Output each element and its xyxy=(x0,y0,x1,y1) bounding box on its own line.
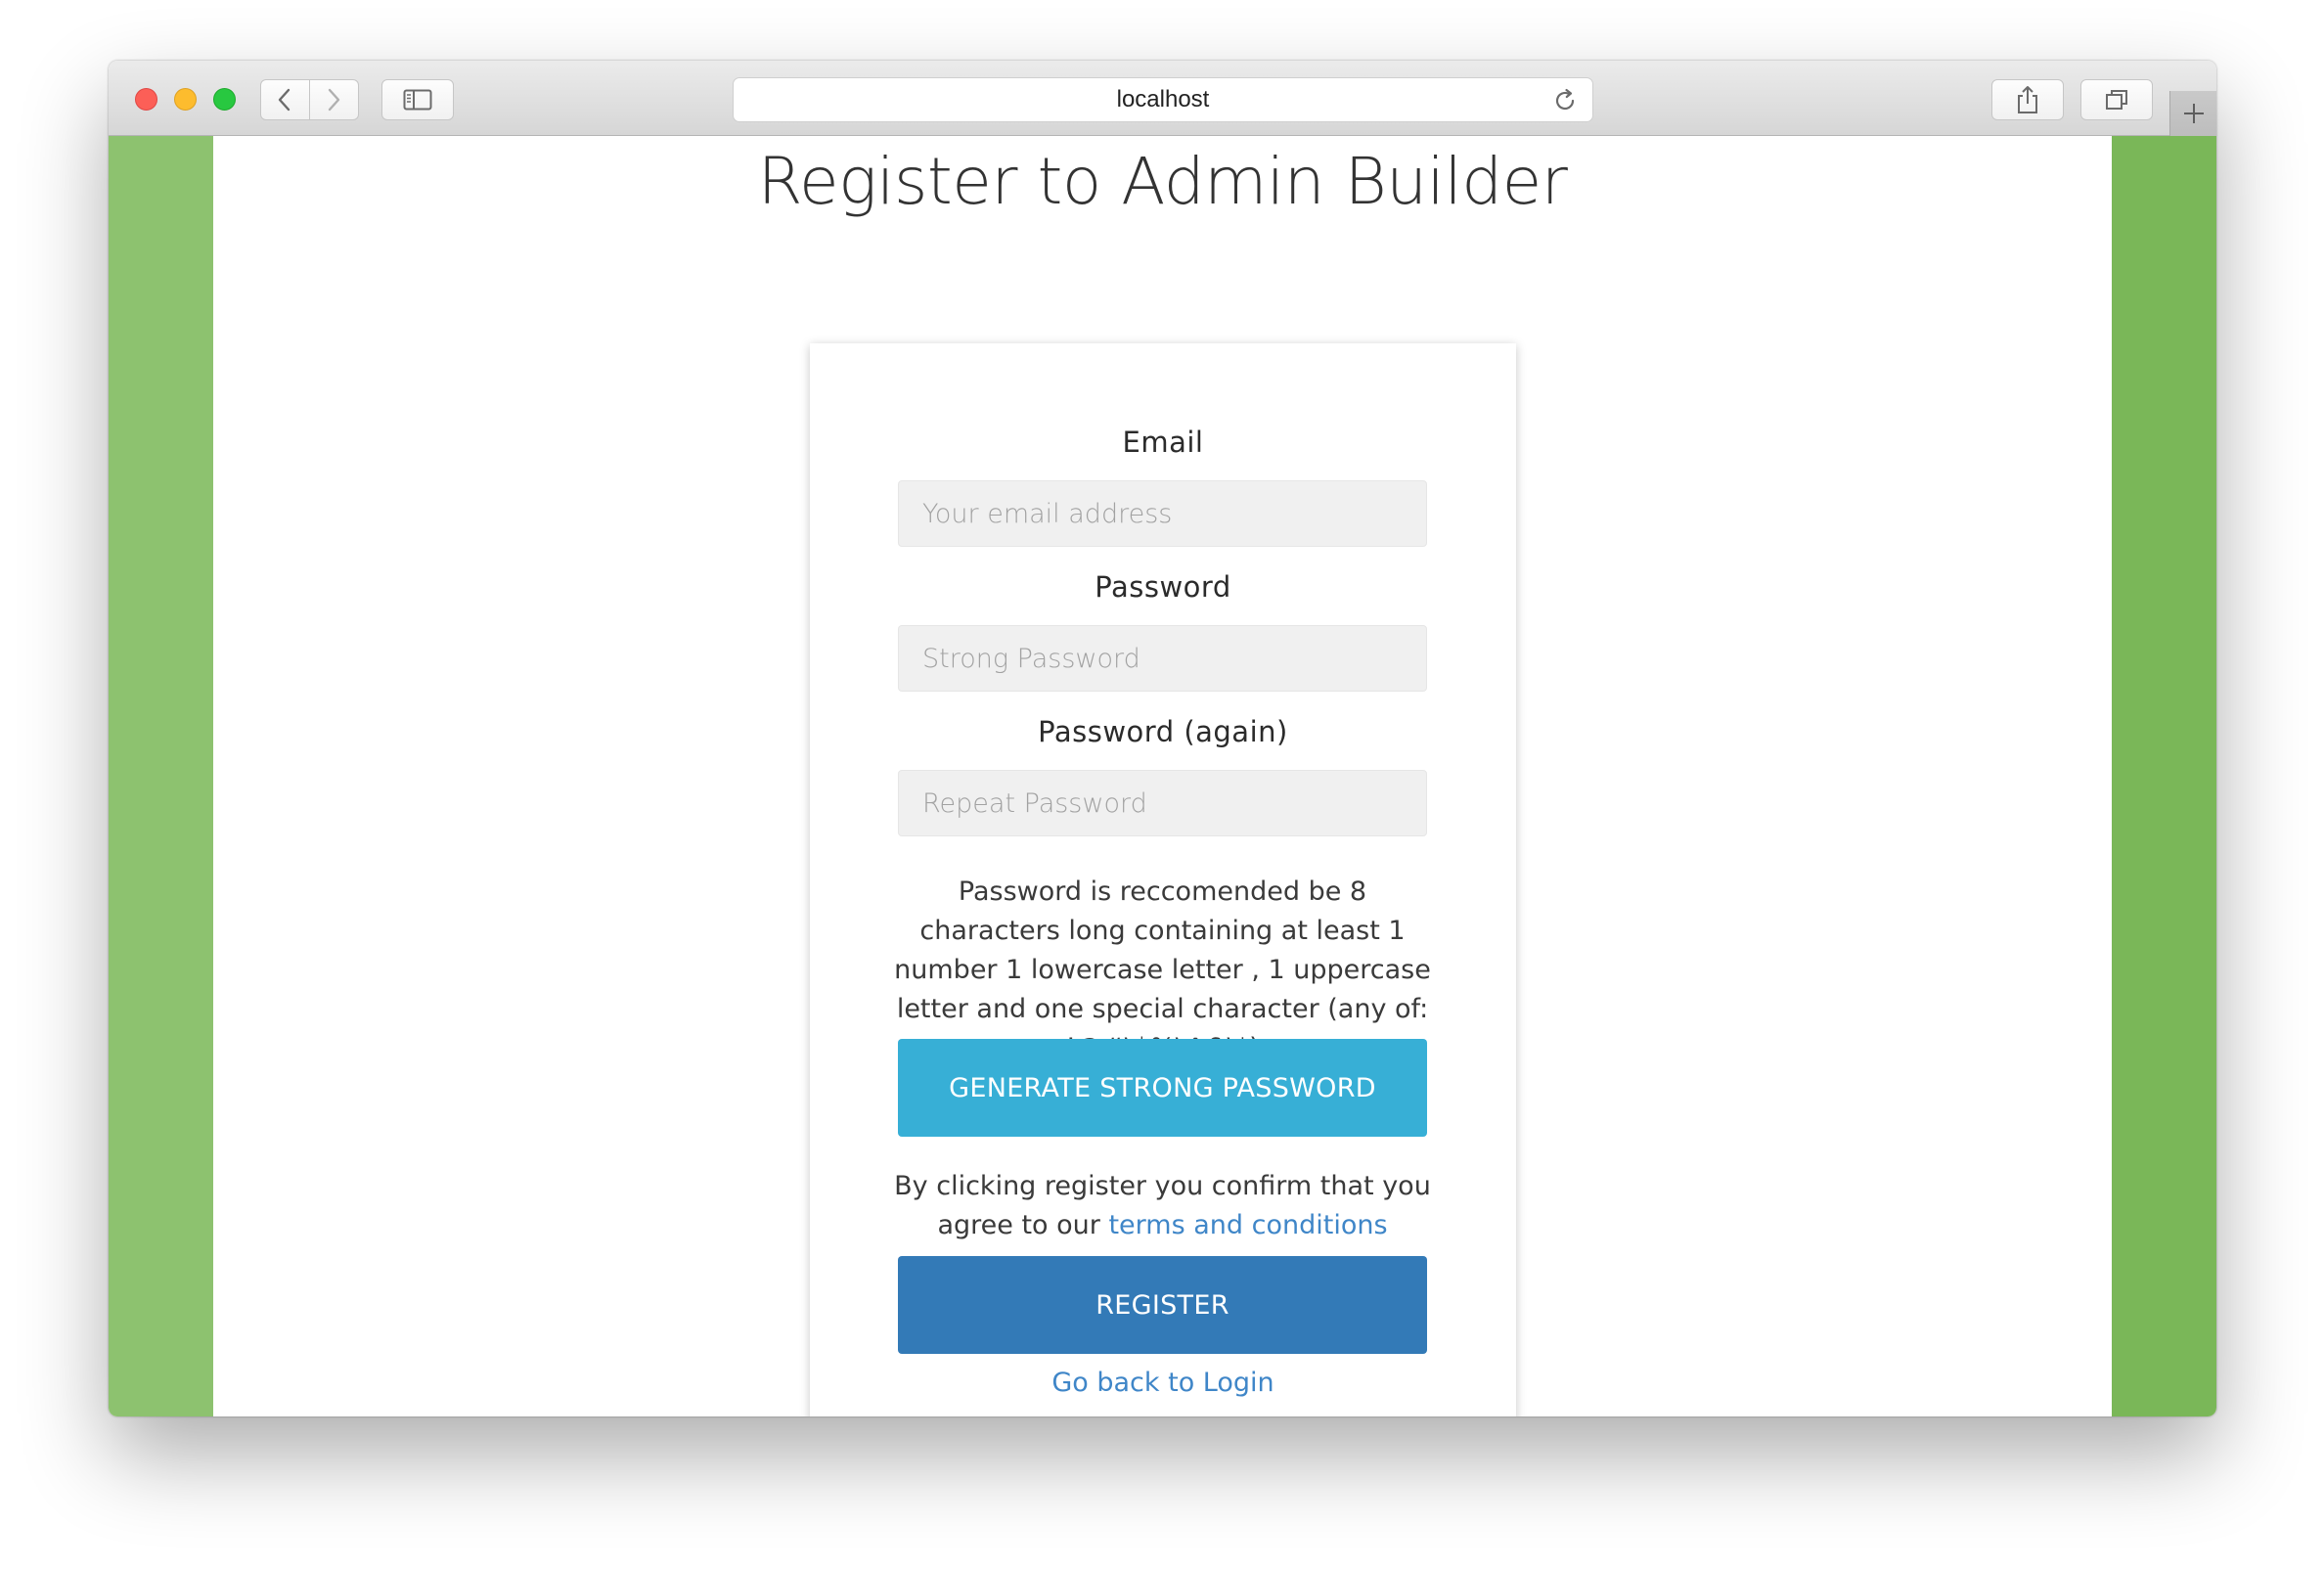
share-button[interactable] xyxy=(1991,79,2064,120)
generate-password-button[interactable]: GENERATE STRONG PASSWORD xyxy=(898,1039,1427,1137)
page-title: Register to Admin Builder xyxy=(757,144,1568,219)
tabs-overview-button[interactable] xyxy=(2080,79,2153,120)
left-green-border xyxy=(109,136,213,1416)
address-text: localhost xyxy=(1116,86,1210,112)
forward-arrow-icon xyxy=(329,88,340,112)
minimize-window-button[interactable] xyxy=(174,88,197,111)
close-window-button[interactable] xyxy=(135,88,157,111)
address-bar[interactable]: localhost xyxy=(733,77,1593,122)
terms-link[interactable]: terms and conditions xyxy=(1108,1210,1387,1240)
sidebar-icon xyxy=(403,89,432,111)
terms-confirmation: By clicking register you confirm that yo… xyxy=(888,1167,1437,1245)
email-field[interactable] xyxy=(898,480,1427,547)
register-button[interactable]: REGISTER xyxy=(898,1256,1427,1354)
sidebar-toggle-button[interactable] xyxy=(381,79,454,120)
plus-icon xyxy=(2183,104,2204,123)
maximize-window-button[interactable] xyxy=(213,88,236,111)
back-arrow-icon xyxy=(279,88,290,112)
password-field[interactable] xyxy=(898,625,1427,692)
share-icon xyxy=(2018,86,2037,113)
password-again-label: Password (again) xyxy=(1038,715,1288,748)
right-green-border xyxy=(2112,136,2216,1416)
browser-window: localhost Register to Admin Builder Emai… xyxy=(109,61,2216,1416)
reload-icon[interactable] xyxy=(1551,87,1579,114)
register-card: Email Password Password (again) Password… xyxy=(810,343,1516,1416)
back-button[interactable] xyxy=(260,79,310,120)
tabs-icon xyxy=(2106,90,2127,110)
navigation-buttons xyxy=(260,79,359,120)
browser-toolbar: localhost xyxy=(109,61,2216,136)
forward-button[interactable] xyxy=(309,79,359,120)
password-label: Password xyxy=(1095,570,1231,604)
email-label: Email xyxy=(1122,426,1204,459)
back-to-login-link[interactable]: Go back to Login xyxy=(810,1368,1516,1398)
page-content: Register to Admin Builder Email Password… xyxy=(109,136,2216,1416)
password-again-field[interactable] xyxy=(898,770,1427,836)
new-tab-button[interactable] xyxy=(2169,91,2216,136)
